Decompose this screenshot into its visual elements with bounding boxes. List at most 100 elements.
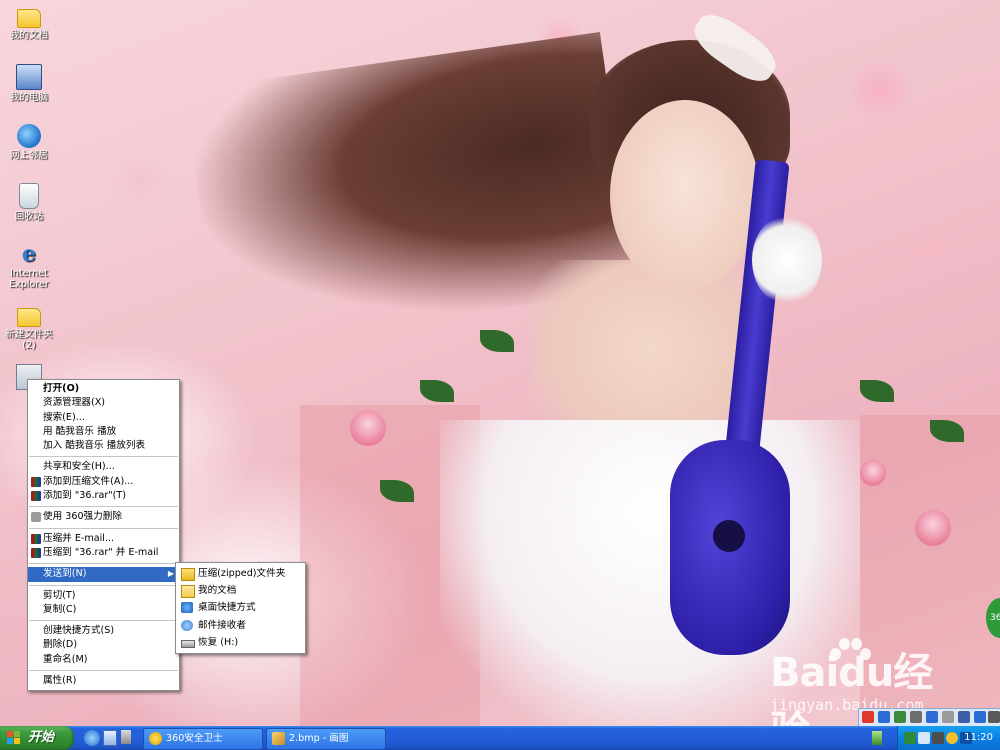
menu-item-copy[interactable]: 复制(C): [28, 603, 179, 617]
desktop-icon-recycle-bin[interactable]: 回收站: [4, 183, 54, 222]
desktop-icon-label: 回收站: [14, 211, 44, 222]
menu-item-open[interactable]: 打开(O): [28, 382, 179, 396]
task-360-safe[interactable]: 360安全卫士: [143, 728, 263, 750]
desktop-icon-new-folder[interactable]: 新建文件夹 (2): [4, 303, 54, 351]
system-tray: 11:20: [897, 726, 1000, 750]
desktop-icon-label: 我的电脑: [9, 92, 48, 103]
quicklaunch-media-icon[interactable]: [103, 730, 117, 746]
folder-icon: [17, 308, 41, 327]
winrar-icon: [31, 533, 41, 544]
desktop-icon-my-computer[interactable]: 我的电脑: [4, 64, 54, 103]
menu-item-cut[interactable]: 剪切(T): [28, 589, 179, 603]
sendto-drive-h[interactable]: 恢复 (H:): [176, 634, 305, 651]
quicklaunch-desktop-icon[interactable]: [121, 730, 131, 744]
menu-item-add-to-36rar[interactable]: 添加到 "36.rar"(T): [28, 489, 179, 503]
punctuation-icon[interactable]: [894, 711, 906, 723]
my-documents-icon: [181, 585, 195, 599]
tray-security-icon[interactable]: [946, 732, 958, 744]
360-delete-icon: [31, 512, 41, 523]
menu-item-kuwo-play[interactable]: 用 酷我音乐 播放: [28, 425, 179, 439]
desktop-icon-label: 新建文件夹 (2): [5, 329, 53, 351]
menu-item-explorer[interactable]: 资源管理器(X): [28, 396, 179, 410]
desktop-icon-internet-explorer[interactable]: e Internet Explorer: [4, 242, 54, 290]
menu-separator: [29, 670, 178, 672]
menu-item-properties[interactable]: 属性(R): [28, 674, 179, 688]
ime-toolbar[interactable]: [858, 708, 1000, 727]
my-documents-icon: [17, 9, 41, 28]
tray-battery-icon[interactable]: [872, 731, 882, 745]
menu-item-label: 添加到压缩文件(A)...: [43, 475, 134, 487]
desktop-icon-label: 网上邻居: [9, 150, 48, 161]
desktop-shortcut-icon: [181, 602, 193, 614]
menu-separator: [29, 456, 178, 458]
menu-item-add-to-archive[interactable]: 添加到压缩文件(A)...: [28, 475, 179, 489]
menu-item-360-force-delete[interactable]: 使用 360强力删除: [28, 510, 179, 524]
wallpaper-rose: [915, 510, 951, 546]
network-places-icon: [17, 124, 41, 148]
submenu-arrow-icon: ▶: [167, 569, 174, 579]
menu-item-label: 添加到 "36.rar"(T): [43, 490, 127, 502]
shirt-icon[interactable]: [958, 711, 970, 723]
submenu-item-label: 恢复 (H:): [198, 636, 239, 648]
user-icon[interactable]: [974, 711, 986, 723]
fullwidth-icon[interactable]: [926, 711, 938, 723]
tray-360-icon[interactable]: [904, 732, 916, 744]
wallpaper-white-flower: [752, 215, 822, 305]
desktop-icon-network-places[interactable]: 网上邻居: [4, 124, 54, 161]
menu-item-compress-email[interactable]: 压缩并 E-mail...: [28, 532, 179, 546]
tray-network-icon[interactable]: [918, 732, 930, 744]
menu-item-delete[interactable]: 删除(D): [28, 638, 179, 652]
wallpaper-leaf: [420, 380, 454, 402]
paint-icon: [272, 732, 285, 745]
skin-icon[interactable]: [942, 711, 954, 723]
menu-item-search[interactable]: 搜索(E)...: [28, 411, 179, 425]
mail-recipient-icon: [181, 619, 193, 631]
desktop-icon-label: Internet Explorer: [9, 268, 49, 290]
tray-speaker-icon[interactable]: [932, 732, 944, 744]
wallpaper-leaf: [860, 380, 894, 402]
start-button[interactable]: 开始: [0, 726, 74, 750]
360-safe-icon: [149, 732, 162, 745]
sendto-mail-recipient[interactable]: 邮件接收者: [176, 617, 305, 634]
menu-item-compress-36rar-email[interactable]: 压缩到 "36.rar" 并 E-mail: [28, 546, 179, 560]
task-label: 2.bmp - 画图: [289, 733, 349, 744]
winrar-icon: [31, 547, 41, 558]
task-paint[interactable]: 2.bmp - 画图: [266, 728, 386, 750]
menu-item-label: 压缩并 E-mail...: [43, 532, 115, 544]
menu-item-label: 使用 360强力删除: [43, 511, 122, 523]
menu-item-label: 压缩到 "36.rar" 并 E-mail: [43, 546, 159, 558]
taskbar: 开始 360安全卫士 2.bmp - 画图 11:20: [0, 726, 1000, 750]
sogou-ime-icon[interactable]: [862, 711, 874, 723]
my-computer-icon: [16, 64, 42, 90]
submenu-item-label: 压缩(zipped)文件夹: [198, 568, 286, 579]
context-menu: 打开(O) 资源管理器(X) 搜索(E)... 用 酷我音乐 播放 加入 酷我音…: [27, 379, 180, 692]
desktop-icon-label: 我的文档: [9, 30, 48, 41]
wallpaper-face: [610, 100, 760, 290]
desktop-icon-my-documents[interactable]: 我的文档: [4, 4, 54, 41]
menu-item-label: 发送到(N): [43, 568, 87, 580]
wallpaper-ukulele-soundhole: [713, 520, 745, 552]
menu-separator: [29, 584, 178, 586]
menu-item-kuwo-playlist[interactable]: 加入 酷我音乐 播放列表: [28, 439, 179, 453]
submenu-item-label: 我的文档: [198, 585, 237, 597]
sendto-my-documents[interactable]: 我的文档: [176, 582, 305, 599]
task-label: 360安全卫士: [166, 733, 223, 744]
submenu-item-label: 邮件接收者: [198, 619, 246, 631]
winrar-icon: [31, 476, 41, 487]
menu-item-sharing-security[interactable]: 共享和安全(H)...: [28, 460, 179, 474]
menu-item-create-shortcut[interactable]: 创建快捷方式(S): [28, 624, 179, 638]
sendto-desktop-shortcut[interactable]: 桌面快捷方式: [176, 599, 305, 616]
zip-folder-icon: [181, 568, 195, 581]
quicklaunch-ie-icon[interactable]: [84, 730, 100, 746]
ime-mode-icon[interactable]: [878, 711, 890, 723]
submenu-item-label: 桌面快捷方式: [198, 602, 256, 614]
wrench-icon[interactable]: [988, 711, 1000, 723]
wallpaper-leaf: [480, 330, 514, 352]
wallpaper-rose: [860, 460, 886, 486]
menu-item-rename[interactable]: 重命名(M): [28, 653, 179, 667]
menu-separator: [29, 506, 178, 508]
menu-item-send-to[interactable]: 发送到(N) ▶: [28, 567, 179, 582]
sendto-zip-folder[interactable]: 压缩(zipped)文件夹: [176, 565, 305, 582]
clock[interactable]: 11:20: [964, 726, 993, 750]
keyboard-icon[interactable]: [910, 711, 922, 723]
